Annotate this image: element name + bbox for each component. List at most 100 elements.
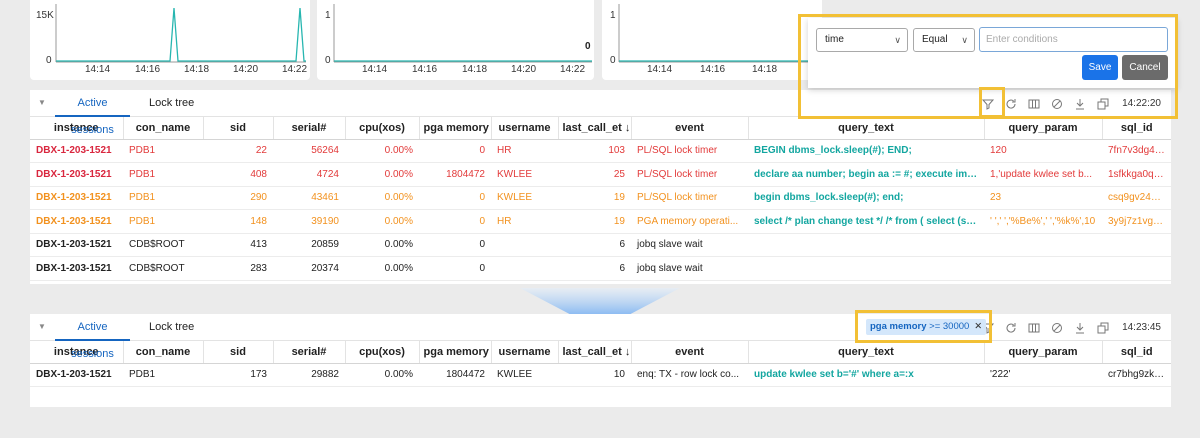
chart-2-value: 0 xyxy=(585,41,591,52)
column-header-serial-col[interactable]: serial# xyxy=(273,117,346,140)
cell-last-call-et-col: 19 xyxy=(558,186,631,210)
column-header-username-col[interactable]: username xyxy=(491,117,559,140)
column-header-sid-col[interactable]: sid xyxy=(203,117,274,140)
column-header-con-name-col[interactable]: con_name xyxy=(123,117,204,140)
filter-condition-input[interactable] xyxy=(979,27,1168,52)
cell-pga-memory-col: 0 xyxy=(419,256,491,281)
chart-2-ytop: 1 xyxy=(325,10,331,21)
chart-3-xtick: 14:14 xyxy=(647,64,673,75)
collapse-icon[interactable]: ▼ xyxy=(38,322,46,331)
cell-event-col: jobq slave wait xyxy=(631,233,748,257)
column-header-event-col[interactable]: event xyxy=(631,117,749,140)
download-icon[interactable] xyxy=(1073,97,1087,111)
tab-active-sessions[interactable]: Active sessions xyxy=(55,90,130,136)
table-row[interactable]: DBX-1-203-1521 PDB1 22 56264 0.00% 0 HR 103 PL/S… xyxy=(30,139,1171,163)
cell-instance-col: DBX-1-203-1521 xyxy=(30,186,123,210)
column-header-sql-id-col[interactable]: sql_id xyxy=(1102,117,1171,140)
save-button[interactable]: Save xyxy=(1082,55,1118,80)
cell-sql-id-col: 1sfkkga0q04h4 xyxy=(1102,162,1171,187)
table-row[interactable]: DBX-1-203-1521 PDB1 148 39190 0.00% 0 HR 19 PGA … xyxy=(30,209,1171,234)
column-header-pga-memory-col[interactable]: pga memory xyxy=(419,117,492,140)
chart-2-plot xyxy=(333,4,592,63)
cell-sid-col: 22 xyxy=(203,139,273,163)
cell-sid-col: 148 xyxy=(203,209,273,234)
cancel-button[interactable]: Cancel xyxy=(1122,55,1168,80)
column-header-username-col[interactable]: username xyxy=(491,341,559,364)
column-header-query-text-col[interactable]: query_text xyxy=(748,341,985,364)
columns-icon[interactable] xyxy=(1027,321,1041,335)
filter-chip[interactable]: pga memory >= 30000 ✕ xyxy=(866,319,987,335)
chart-3-yzero: 0 xyxy=(610,55,616,66)
copy-icon[interactable] xyxy=(1096,321,1110,335)
cell-cpu-col: 0.00% xyxy=(345,139,419,163)
cell-event-col: PGA memory operati... xyxy=(631,209,748,234)
cell-con-name-col: PDB1 xyxy=(123,186,203,210)
tab-active-sessions[interactable]: Active sessions xyxy=(55,314,130,360)
cell-event-col: jobq slave wait xyxy=(631,256,748,281)
column-header-pga-memory-col[interactable]: pga memory xyxy=(419,341,492,364)
filter-operator-select[interactable]: Equal ∨ xyxy=(913,28,975,52)
chart-1-yzero: 0 xyxy=(46,55,52,66)
cell-sql-id-col: 7fn7v3dg4q5r8 xyxy=(1102,139,1171,163)
filter-chip-field: pga memory xyxy=(870,321,927,332)
collapse-icon[interactable]: ▼ xyxy=(38,98,46,107)
columns-icon[interactable] xyxy=(1027,97,1041,111)
cell-con-name-col: CDB$ROOT xyxy=(123,233,203,257)
cell-query-param-col: 120 xyxy=(984,139,1102,163)
column-header-last-call-et-col[interactable]: last_call_et ↓ xyxy=(558,117,632,140)
download-icon[interactable] xyxy=(1073,321,1087,335)
cell-serial-col: 29882 xyxy=(273,363,345,387)
column-header-serial-col[interactable]: serial# xyxy=(273,341,346,364)
cell-query-text-col: declare aa number; begin aa := #; execut… xyxy=(748,162,984,187)
column-header-query-text-col[interactable]: query_text xyxy=(748,117,985,140)
cell-username-col: HR xyxy=(491,139,558,163)
cell-last-call-et-col: 6 xyxy=(558,256,631,281)
cell-pga-memory-col: 0 xyxy=(419,139,491,163)
cell-cpu-col: 0.00% xyxy=(345,186,419,210)
cell-sql-id-col: 3y9j7z1vgtywv xyxy=(1102,209,1171,234)
refresh-icon[interactable] xyxy=(1004,97,1018,111)
column-header-sql-id-col[interactable]: sql_id xyxy=(1102,341,1171,364)
cell-serial-col: 39190 xyxy=(273,209,345,234)
table-row[interactable]: DBX-1-203-1521 PDB1 408 4724 0.00% 1804472 KWL… xyxy=(30,162,1171,187)
column-header-query-param-col[interactable]: query_param xyxy=(984,117,1103,140)
column-header-cpu-col[interactable]: cpu(xos) xyxy=(345,341,420,364)
chart-1-plot xyxy=(55,4,306,63)
cell-serial-col: 20859 xyxy=(273,233,345,257)
cell-pga-memory-col: 1804472 xyxy=(419,162,491,187)
filter-field-select[interactable]: time ∨ xyxy=(816,28,908,52)
cell-query-param-col xyxy=(984,233,1102,257)
column-header-con-name-col[interactable]: con_name xyxy=(123,341,204,364)
table-row[interactable]: DBX-1-203-1521 CDB$ROOT 283 20374 0.00% 0 6 job… xyxy=(30,256,1171,281)
cell-event-col: PL/SQL lock timer xyxy=(631,186,748,210)
column-header-last-call-et-col[interactable]: last_call_et ↓ xyxy=(558,341,632,364)
column-header-query-param-col[interactable]: query_param xyxy=(984,341,1103,364)
tab-lock-tree[interactable]: Lock tree xyxy=(149,314,194,341)
table-row[interactable]: DBX-1-203-1521 CDB$ROOT 413 20859 0.00% 0 6 job… xyxy=(30,233,1171,257)
cell-con-name-col: PDB1 xyxy=(123,209,203,234)
table-row[interactable]: DBX-1-203-1521 PDB1 290 43461 0.00% 0 KWLEE 19 P… xyxy=(30,186,1171,210)
copy-icon[interactable] xyxy=(1096,97,1110,111)
chart-1-xtick: 14:22 xyxy=(282,64,308,75)
panel-tabs: ▼ Active sessions Lock tree 14:22:20 xyxy=(30,90,1171,136)
table-row[interactable]: DBX-1-203-1521 PDB1 173 29882 0.00% 1804472 KW… xyxy=(30,363,1171,387)
cell-username-col xyxy=(491,233,558,257)
cell-cpu-col: 0.00% xyxy=(345,209,419,234)
chart-1-xtick: 14:16 xyxy=(135,64,161,75)
chart-2-xtick: 14:20 xyxy=(511,64,537,75)
column-header-cpu-col[interactable]: cpu(xos) xyxy=(345,117,420,140)
cell-serial-col: 56264 xyxy=(273,139,345,163)
block-icon[interactable] xyxy=(1050,97,1064,111)
cell-query-text-col: BEGIN dbms_lock.sleep(#); END; xyxy=(748,139,984,163)
close-icon[interactable]: ✕ xyxy=(974,321,982,332)
tab-lock-tree[interactable]: Lock tree xyxy=(149,90,194,117)
cell-query-param-col xyxy=(984,256,1102,281)
column-header-event-col[interactable]: event xyxy=(631,341,749,364)
column-header-sid-col[interactable]: sid xyxy=(203,341,274,364)
refresh-icon[interactable] xyxy=(1004,321,1018,335)
chart-2-xtick: 14:16 xyxy=(412,64,438,75)
block-icon[interactable] xyxy=(1050,321,1064,335)
filter-icon[interactable] xyxy=(981,97,995,111)
cell-pga-memory-col: 0 xyxy=(419,233,491,257)
cell-last-call-et-col: 103 xyxy=(558,139,631,163)
